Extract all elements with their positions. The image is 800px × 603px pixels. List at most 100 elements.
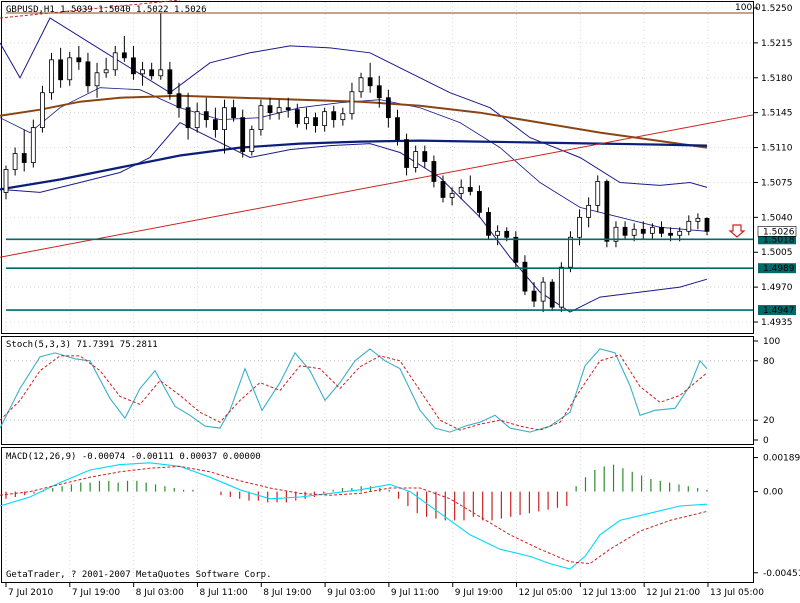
bull-candle [140,69,145,75]
footer-copyright: GetaTrader, ? 2001-2007 MetaQuotes Softw… [6,570,272,580]
current-price-label: 1.5026 [763,227,795,237]
bull-candle [103,69,109,74]
bull-candle [340,113,346,121]
bear-candle [404,139,409,168]
bull-candle [631,228,637,236]
bear-candle [76,57,82,63]
bear-candle [431,161,437,182]
time-label: 8 Jul 11:00 [199,588,248,598]
bull-candle [540,281,546,302]
bull-candle [568,236,573,268]
bull-candle [67,57,73,81]
level-price-label: 1.4989 [763,264,795,274]
bear-candle [395,117,400,140]
bull-candle [222,107,227,131]
time-label: 9 Jul 19:00 [455,588,504,598]
price-tick-label: 1.5040 [761,213,793,223]
stoch-tick-label: 0 [763,436,769,446]
bull-candle [249,129,255,152]
bull-candle [349,91,355,115]
stoch-tick-label: 100 [763,337,780,347]
time-label: 13 Jul 05:00 [710,588,764,598]
bull-candle [558,266,564,308]
bear-candle [149,69,155,77]
stoch-title: Stoch(5,3,3) 71.7391 75.2811 [6,340,158,350]
bear-candle [203,111,209,121]
macd-tick-label: -0.00451 [763,569,800,579]
time-label: 8 Jul 03:00 [136,588,185,598]
bear-candle [467,187,473,192]
chart-canvas[interactable]: 100.01.50181.49891.49471.5026 10080200 0… [0,0,800,600]
price-tick-label: 1.5005 [761,248,793,258]
bear-candle [167,69,173,95]
trading-chart-window[interactable]: 100.0 1.5018 1.4989 1.4947 1.5026 100 80 20 0 0… [0,0,800,600]
time-label: 12 Jul 21:00 [646,588,700,598]
bull-candle [194,111,200,129]
bull-candle [358,77,364,93]
bear-candle [285,107,291,111]
bull-candle [94,72,100,87]
bear-candle [486,211,491,236]
price-tick-label: 1.5110 [761,144,793,154]
bull-candle [449,193,455,198]
bull-candle [649,226,655,234]
price-tick-label: 1.5075 [761,178,793,188]
bear-candle [85,61,91,87]
price-tick-label: 1.5180 [761,74,793,84]
bear-candle [504,230,510,238]
bear-candle [376,85,382,99]
bull-candle [12,153,18,170]
price-tick-label: 1.4935 [761,318,793,328]
time-label: 7 Jul 19:00 [72,588,121,598]
bear-candle [549,281,555,308]
bear-candle [704,217,710,232]
price-tick-label: 1.5145 [761,109,793,119]
bear-candle [668,232,673,236]
bull-candle [322,111,328,127]
bull-candle [595,181,601,206]
bull-candle [112,52,118,71]
bear-candle [176,93,182,109]
bear-candle [640,228,646,234]
bear-candle [185,107,191,129]
bull-candle [586,204,592,218]
bull-candle [458,187,464,194]
bull-candle [686,220,692,232]
bear-candle [604,181,610,242]
stoch-tick-label: 80 [763,357,775,367]
bear-candle [477,191,482,213]
bull-candle [258,105,264,131]
bull-candle [40,92,45,129]
bear-candle [58,59,64,81]
bear-candle [622,226,628,236]
bear-candle [313,117,318,127]
time-label: 8 Jul 19:00 [263,588,312,598]
bear-candle [231,107,236,119]
time-label: 12 Jul 05:00 [519,588,573,598]
bull-candle [695,217,701,222]
bear-candle [513,236,519,263]
bear-candle [659,226,664,234]
bull-candle [276,107,282,114]
bear-candle [121,52,127,59]
bull-candle [49,59,54,94]
price-tick-label: 1.4970 [761,283,793,293]
bear-candle [267,105,273,114]
bear-candle [240,117,246,152]
price-tick-label: 1.5250 [761,4,793,14]
price-tick-label: 1.5215 [761,39,793,49]
bear-candle [385,97,391,119]
bear-candle [440,181,446,198]
stoch-tick-label: 20 [763,416,775,426]
bear-candle [212,119,218,131]
chart-header: GBPUSD,H1 1.5039 1.5040 1.5022 1.5026 [6,5,206,15]
bull-candle [304,117,309,125]
bear-candle [294,109,300,125]
time-label: 7 Jul 2010 [8,588,53,598]
macd-tick-label: 0.00 [763,488,783,498]
level-price-label: 1.4947 [763,306,795,316]
bear-candle [131,57,136,75]
bull-candle [677,230,683,236]
bull-candle [577,216,582,238]
time-label: 12 Jul 13:00 [582,588,636,598]
